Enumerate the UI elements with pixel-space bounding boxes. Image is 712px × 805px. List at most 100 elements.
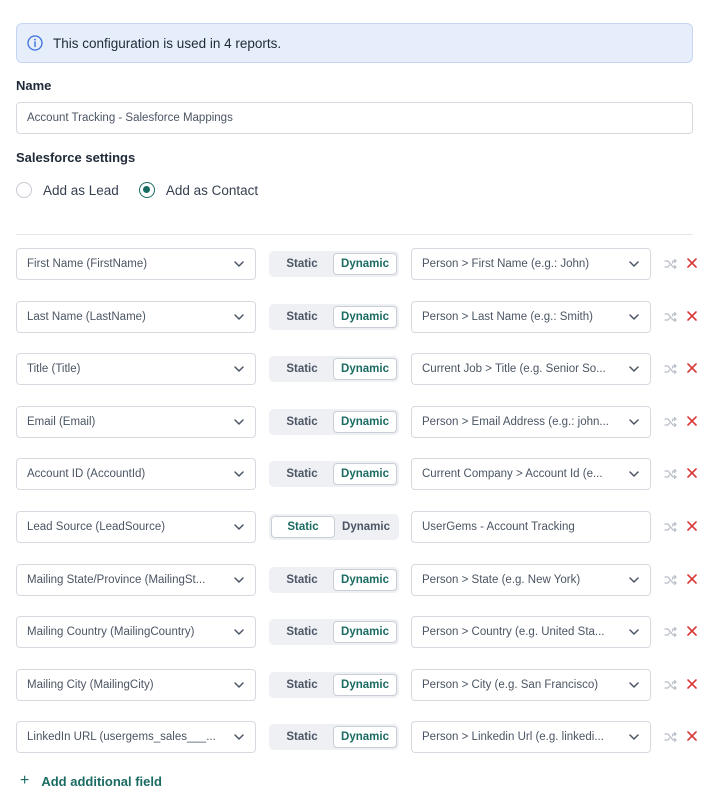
dynamic-value-select[interactable]: Current Job > Title (e.g. Senior So...: [411, 353, 651, 386]
select-value: Person > Email Address (e.g.: john...: [422, 415, 609, 428]
mapping-row: Email (Email) Static Dynamic Person > Em…: [16, 405, 706, 438]
static-dynamic-toggle: Static Dynamic: [269, 724, 399, 751]
radio-button[interactable]: [16, 182, 32, 198]
select-value: Person > Linkedin Url (e.g. linkedi...: [422, 731, 604, 744]
radio-add-as-lead[interactable]: Add as Lead: [16, 182, 119, 198]
chevron-down-icon: [233, 468, 245, 480]
remove-icon[interactable]: [685, 572, 699, 586]
shuffle-icon[interactable]: [664, 362, 678, 376]
remove-icon[interactable]: [685, 677, 699, 691]
static-value-input[interactable]: [411, 510, 651, 543]
salesforce-field-select[interactable]: Lead Source (LeadSource): [16, 510, 256, 543]
toggle-static[interactable]: Static: [271, 463, 333, 485]
salesforce-field-select[interactable]: Title (Title): [16, 353, 256, 386]
shuffle-icon[interactable]: [664, 573, 678, 587]
select-value: Mailing City (MailingCity): [27, 678, 154, 691]
toggle-dynamic[interactable]: Dynamic: [335, 516, 397, 538]
toggle-dynamic[interactable]: Dynamic: [333, 305, 397, 328]
remove-icon[interactable]: [685, 309, 699, 323]
chevron-down-icon: [233, 679, 245, 691]
shuffle-icon[interactable]: [664, 678, 678, 692]
remove-icon[interactable]: [685, 624, 699, 638]
shuffle-icon[interactable]: [664, 257, 678, 271]
toggle-dynamic[interactable]: Dynamic: [333, 463, 397, 486]
toggle-static[interactable]: Static: [271, 569, 333, 591]
salesforce-field-select[interactable]: Mailing City (MailingCity): [16, 668, 256, 701]
radio-button-checked[interactable]: [138, 182, 155, 198]
chevron-down-icon: [233, 311, 245, 323]
salesforce-field-select[interactable]: Mailing State/Province (MailingSt...: [16, 563, 256, 596]
chevron-down-icon: [628, 679, 640, 691]
shuffle-icon[interactable]: [664, 625, 678, 639]
dynamic-value-select[interactable]: Person > City (e.g. San Francisco): [411, 668, 651, 701]
remove-icon[interactable]: [685, 519, 699, 533]
select-value: Person > City (e.g. San Francisco): [422, 678, 599, 691]
toggle-static[interactable]: Static: [271, 306, 333, 328]
toggle-static[interactable]: Static: [271, 515, 335, 538]
plus-icon: +: [20, 772, 30, 789]
mapping-row: Title (Title) Static Dynamic Current Job…: [16, 353, 706, 386]
chevron-down-icon: [233, 416, 245, 428]
salesforce-field-select[interactable]: Last Name (LastName): [16, 300, 256, 333]
shuffle-icon[interactable]: [664, 520, 678, 534]
toggle-dynamic[interactable]: Dynamic: [333, 621, 397, 644]
salesforce-field-select[interactable]: LinkedIn URL (usergems_sales___...: [16, 721, 256, 754]
dynamic-value-select[interactable]: Person > Last Name (e.g.: Smith): [411, 300, 651, 333]
chevron-down-icon: [233, 258, 245, 270]
dynamic-value-select[interactable]: Person > First Name (e.g.: John): [411, 248, 651, 280]
salesforce-field-select[interactable]: Account ID (AccountId): [16, 458, 256, 491]
salesforce-field-select[interactable]: First Name (FirstName): [16, 248, 256, 280]
chevron-down-icon: [233, 521, 245, 533]
toggle-static[interactable]: Static: [271, 411, 333, 433]
toggle-static[interactable]: Static: [271, 621, 333, 643]
dynamic-value-select[interactable]: Person > Country (e.g. United Sta...: [411, 616, 651, 649]
dynamic-value-select[interactable]: Person > Linkedin Url (e.g. linkedi...: [411, 721, 651, 754]
radio-add-as-contact[interactable]: Add as Contact: [138, 182, 259, 198]
static-dynamic-toggle: Static Dynamic: [269, 619, 399, 646]
radio-label: Add as Contact: [165, 182, 259, 198]
select-value: Current Company > Account Id (e...: [422, 468, 603, 481]
shuffle-icon[interactable]: [664, 467, 678, 481]
mapping-row: Mailing Country (MailingCountry) Static …: [16, 616, 706, 649]
remove-icon[interactable]: [685, 466, 699, 480]
salesforce-field-select[interactable]: Mailing Country (MailingCountry): [16, 616, 256, 649]
dynamic-value-select[interactable]: Current Company > Account Id (e...: [411, 458, 651, 491]
salesforce-field-select[interactable]: Email (Email): [16, 405, 256, 438]
shuffle-icon[interactable]: [664, 310, 678, 324]
static-dynamic-toggle: Static Dynamic: [269, 251, 399, 277]
dynamic-value-select[interactable]: Person > Email Address (e.g.: john...: [411, 405, 651, 438]
select-value: Lead Source (LeadSource): [27, 520, 166, 533]
remove-icon[interactable]: [685, 729, 699, 743]
select-value: Current Job > Title (e.g. Senior So...: [422, 363, 606, 376]
remove-icon[interactable]: [685, 361, 699, 375]
toggle-dynamic[interactable]: Dynamic: [333, 358, 397, 381]
toggle-dynamic[interactable]: Dynamic: [333, 568, 397, 591]
name-label: Name: [16, 78, 52, 93]
static-dynamic-toggle: Static Dynamic: [269, 408, 399, 435]
toggle-static[interactable]: Static: [271, 674, 333, 696]
toggle-static[interactable]: Static: [271, 358, 333, 380]
toggle-static[interactable]: Static: [271, 726, 333, 748]
chevron-down-icon: [628, 258, 640, 270]
chevron-down-icon: [233, 626, 245, 638]
static-dynamic-toggle: Static Dynamic: [269, 671, 399, 698]
select-value: Person > State (e.g. New York): [422, 573, 581, 586]
toggle-dynamic[interactable]: Dynamic: [333, 410, 397, 433]
info-banner-text: This configuration is used in 4 reports.: [53, 35, 282, 51]
add-additional-field-button[interactable]: + Add additional field: [20, 773, 162, 789]
chevron-down-icon: [233, 363, 245, 375]
radio-label: Add as Lead: [43, 182, 119, 198]
chevron-down-icon: [628, 731, 640, 743]
shuffle-icon[interactable]: [664, 730, 678, 744]
toggle-static[interactable]: Static: [271, 253, 333, 275]
name-input[interactable]: [16, 102, 693, 134]
shuffle-icon[interactable]: [664, 415, 678, 429]
remove-icon[interactable]: [685, 256, 699, 270]
chevron-down-icon: [628, 468, 640, 480]
remove-icon[interactable]: [685, 414, 699, 428]
dynamic-value-select[interactable]: Person > State (e.g. New York): [411, 563, 651, 596]
select-value: Mailing State/Province (MailingSt...: [27, 573, 206, 586]
toggle-dynamic[interactable]: Dynamic: [333, 253, 397, 275]
toggle-dynamic[interactable]: Dynamic: [333, 673, 397, 696]
toggle-dynamic[interactable]: Dynamic: [333, 726, 397, 749]
